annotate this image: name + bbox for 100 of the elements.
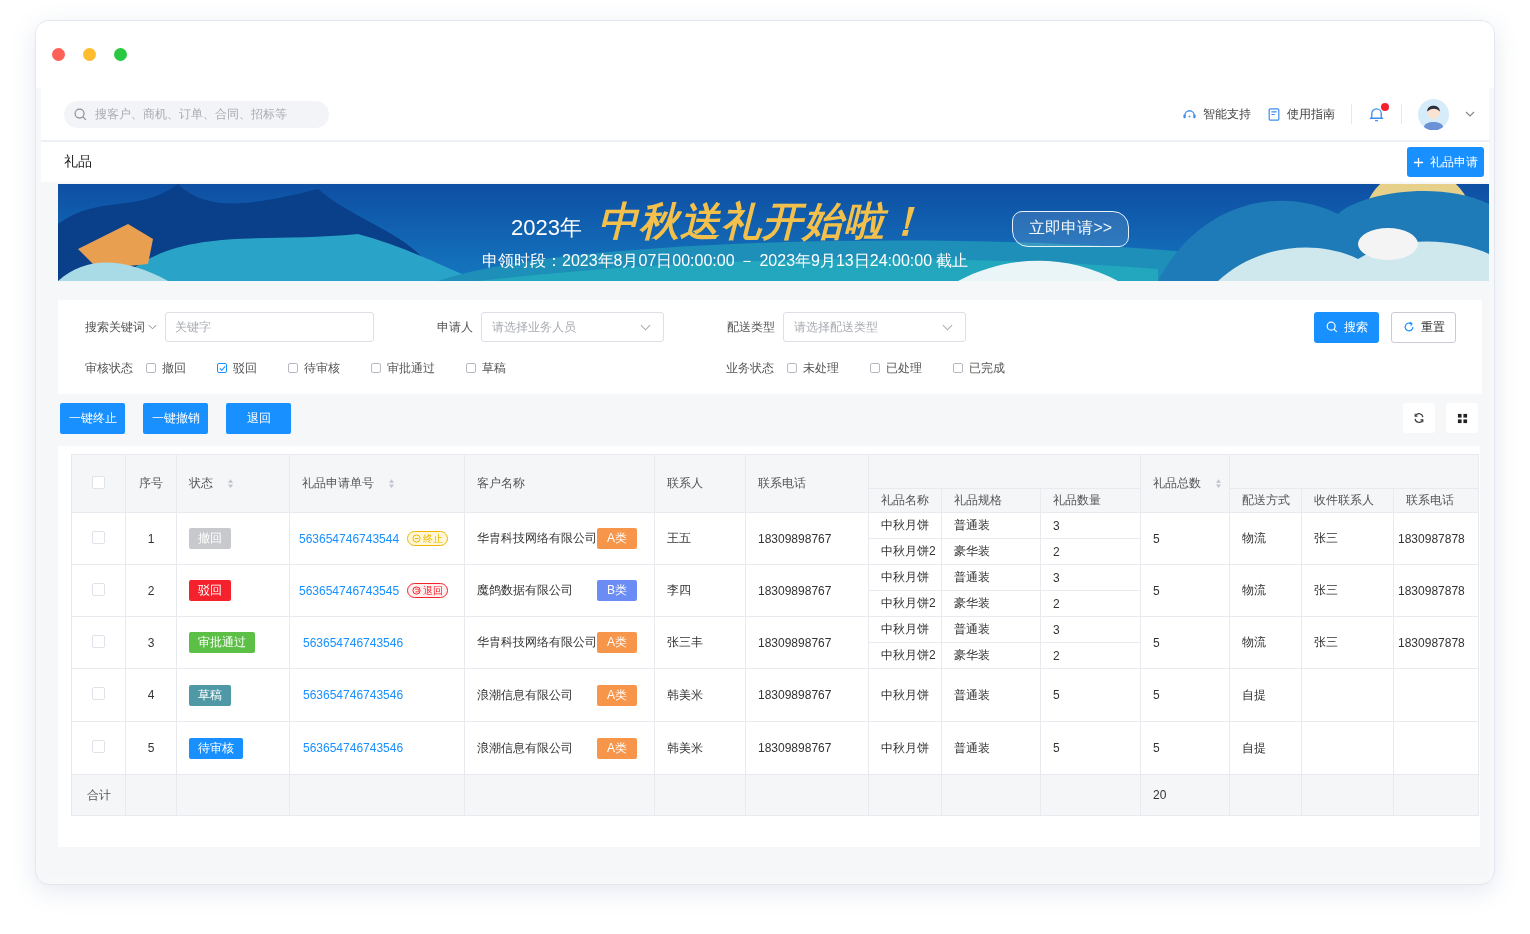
row-checkbox[interactable]: [92, 740, 105, 753]
table-cell: 中秋月饼2: [881, 544, 936, 558]
table-cell: 18309898767: [758, 583, 832, 598]
banner-period: 申领时段：2023年8月07日00:00:00 － 2023年9月13日24:00:00 截止: [482, 250, 969, 271]
table-cell: 李四: [667, 583, 691, 597]
status-checkbox[interactable]: 未处理: [787, 359, 839, 377]
status-checkbox[interactable]: 撤回: [146, 359, 186, 377]
table-cell: 3: [1053, 518, 1060, 533]
search-icon: [1325, 321, 1338, 333]
row-checkbox[interactable]: [92, 634, 105, 648]
table-cell: 普通装: [954, 570, 990, 584]
table-cell: 18309898767: [758, 741, 832, 755]
column-header: 状态: [189, 476, 213, 490]
sort-icon[interactable]: [227, 478, 234, 489]
table-cell: 18309898767: [758, 635, 832, 650]
gift-apply-button[interactable]: 礼品申请: [1407, 147, 1484, 177]
minimize-dot[interactable]: [83, 48, 96, 61]
column-header: 礼品数量: [1053, 493, 1101, 507]
filter-label: 配送类型: [727, 318, 775, 336]
table-cell: 5: [1153, 635, 1160, 650]
search-button[interactable]: 搜索: [1314, 311, 1379, 343]
chevron-down-icon[interactable]: [1465, 111, 1475, 117]
keyword-selector[interactable]: 搜索关键词: [85, 318, 157, 336]
status-checkbox[interactable]: 待审核: [288, 359, 340, 377]
status-tag: 待审核: [189, 737, 243, 759]
table-cell: 华胄科技网络有限公司: [477, 634, 597, 651]
status-tag: 驳回: [189, 580, 231, 601]
column-header: 礼品总数: [1153, 476, 1201, 490]
order-link[interactable]: 563654746743544: [299, 532, 400, 546]
summary-label: 合计: [87, 787, 111, 802]
bell-icon[interactable]: [1368, 105, 1385, 123]
return-icon: [412, 586, 422, 595]
table-cell: 普通装: [954, 622, 990, 636]
order-link[interactable]: 563654746743545: [299, 584, 400, 598]
table-cell: 张三: [1314, 635, 1338, 649]
row-checkbox[interactable]: [92, 687, 105, 700]
order-link[interactable]: 563654746743546: [303, 635, 404, 650]
table-cell: 4: [147, 688, 155, 702]
chevron-down-icon: [942, 323, 953, 331]
table-cell: 自提: [1242, 687, 1266, 702]
avatar-icon[interactable]: [1418, 98, 1449, 130]
table-cell: 王五: [667, 531, 691, 545]
grid-icon: [1456, 412, 1468, 424]
table-cell: 5: [1153, 583, 1160, 598]
order-link[interactable]: 563654746743546: [303, 688, 404, 702]
action-button[interactable]: 退回: [226, 402, 291, 434]
column-header: 联系电话: [758, 476, 806, 490]
sort-icon[interactable]: [388, 478, 395, 489]
action-button[interactable]: 一键终止: [60, 402, 125, 434]
table-cell: 韩美米: [667, 687, 703, 702]
column-header: 收件联系人: [1314, 493, 1374, 507]
sort-icon[interactable]: [1215, 478, 1222, 489]
close-dot[interactable]: [52, 48, 65, 61]
search-field[interactable]: 搜客户、商机、订单、合同、招标等: [64, 100, 329, 128]
table-cell: 张三丰: [667, 635, 703, 649]
applicant-select[interactable]: 请选择业务人员: [481, 312, 664, 342]
table-cell: 魔鸽数据有限公司: [477, 582, 573, 599]
status-checkbox[interactable]: 已完成: [953, 359, 1005, 377]
status-checkbox[interactable]: 草稿: [466, 359, 506, 377]
column-header: 联系电话: [1406, 493, 1454, 507]
table-cell: 1830987878: [1398, 635, 1465, 650]
row-checkbox[interactable]: [92, 530, 105, 544]
action-button[interactable]: 一键撤销: [143, 402, 208, 434]
table-cell: 1: [147, 531, 155, 546]
refresh-button[interactable]: [1403, 403, 1435, 433]
delivery-type-select[interactable]: 请选择配送类型: [783, 312, 966, 342]
chevron-down-icon: [148, 324, 157, 330]
status-checkbox[interactable]: 已处理: [870, 359, 922, 377]
table-cell: 普通装: [954, 687, 990, 702]
page-title: 礼品: [64, 153, 92, 171]
status-tag: 审批通过: [189, 632, 255, 653]
column-header: 礼品申请单号: [302, 476, 374, 490]
reset-icon: [1402, 321, 1415, 333]
order-link[interactable]: 563654746743546: [303, 741, 404, 755]
table-cell: 自提: [1242, 740, 1266, 755]
header-link[interactable]: 智能支持: [1182, 105, 1251, 123]
header-link[interactable]: 使用指南: [1267, 105, 1335, 123]
apply-now-button[interactable]: 立即申请>>: [1012, 210, 1130, 247]
table-cell: 2: [1053, 596, 1060, 611]
table-cell: 3: [1053, 570, 1060, 585]
column-header: 联系人: [667, 476, 703, 490]
banner-year: 2023年: [511, 213, 582, 242]
column-header: 礼品名称: [881, 493, 929, 507]
table-cell: 浪潮信息有限公司: [477, 739, 573, 757]
column-header: 礼品规格: [954, 493, 1002, 507]
row-checkbox[interactable]: [92, 582, 105, 596]
status-checkbox[interactable]: 驳回: [217, 359, 257, 377]
table-cell: 5: [1153, 531, 1160, 546]
class-tag: A类: [597, 684, 637, 706]
column-header: 序号: [139, 476, 163, 490]
reset-button[interactable]: 重置: [1391, 311, 1456, 343]
status-checkbox[interactable]: 审批通过: [371, 359, 435, 377]
select-all-checkbox[interactable]: [92, 475, 105, 489]
table-cell: 豪华装: [954, 544, 990, 558]
status-tag: 草稿: [189, 684, 231, 706]
maximize-dot[interactable]: [114, 48, 127, 61]
grid-view-button[interactable]: [1446, 403, 1478, 433]
table-cell: 普通装: [954, 518, 990, 532]
filter-label: 审核状态: [85, 359, 133, 377]
keyword-input[interactable]: 关键字: [165, 312, 374, 342]
